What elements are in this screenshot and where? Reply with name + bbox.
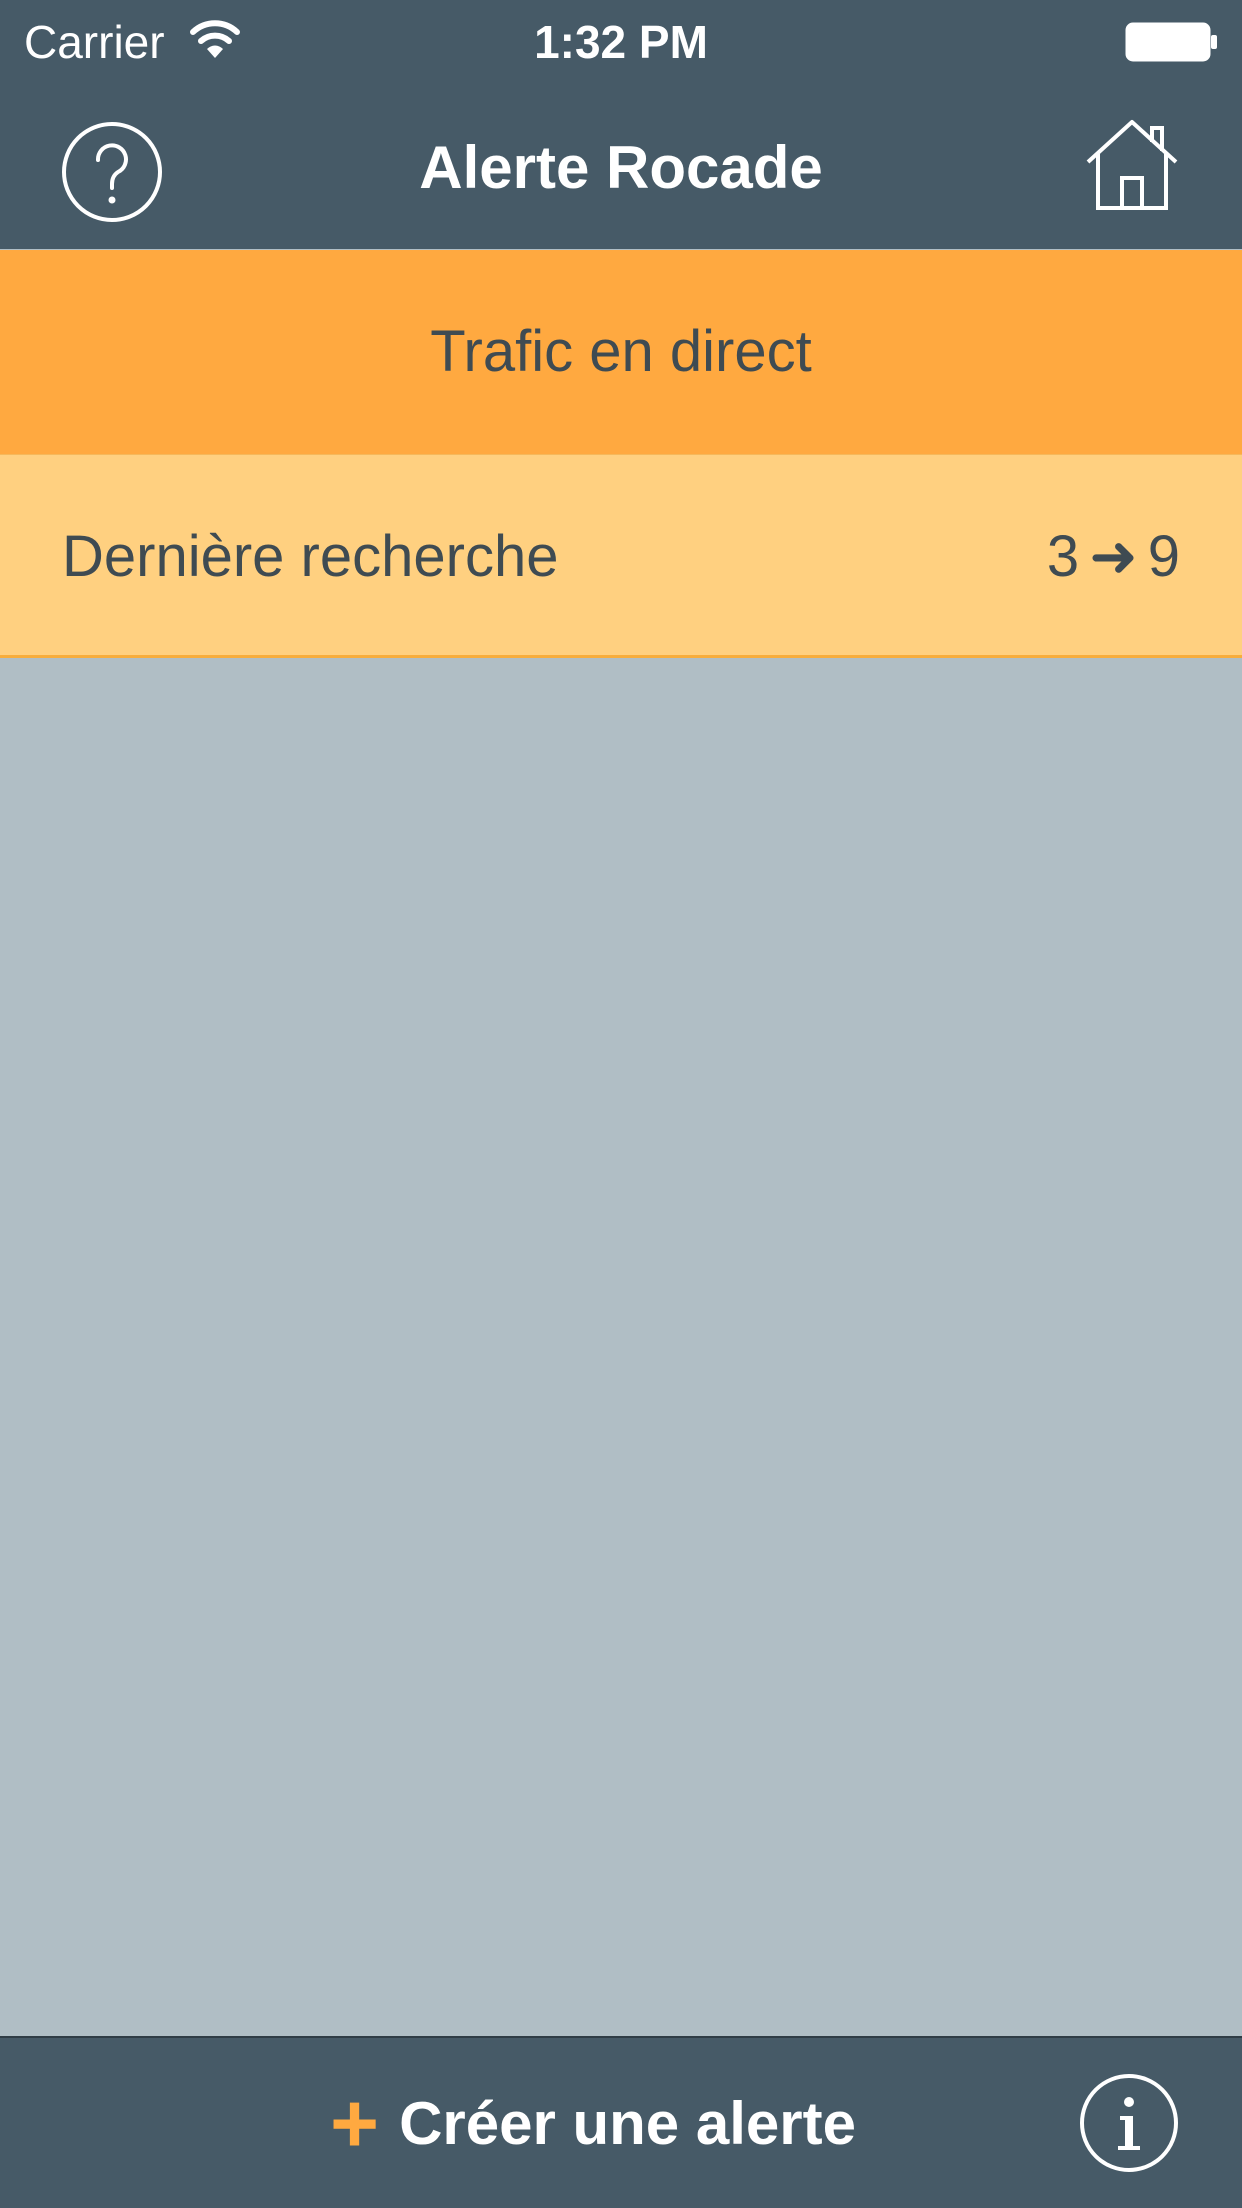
- nav-bar: Alerte Rocade: [0, 84, 1242, 249]
- battery-icon: [1125, 22, 1217, 62]
- content-area: [0, 658, 1242, 2036]
- status-bar: Carrier 1:32 PM: [0, 0, 1242, 84]
- last-search-label: Dernière recherche: [62, 524, 559, 589]
- route-to: 9: [1147, 524, 1180, 589]
- home-icon[interactable]: [1082, 114, 1182, 214]
- status-time: 1:32 PM: [534, 16, 708, 68]
- plus-icon: +: [330, 2076, 380, 2170]
- info-circle-icon[interactable]: [1078, 2072, 1180, 2174]
- last-search-route: 3 ➜ 9: [1047, 455, 1180, 659]
- page-title: Alerte Rocade: [419, 134, 823, 201]
- top-chrome: Carrier 1:32 PM Alerte Rocade: [0, 0, 1242, 249]
- route-from: 3: [1046, 524, 1080, 589]
- arrow-right-icon: ➜: [1089, 524, 1138, 589]
- bottom-toolbar: + Créer une alerte: [0, 2036, 1242, 2208]
- create-alert-label: Créer une alerte: [399, 2089, 856, 2157]
- create-alert-button[interactable]: + Créer une alerte: [330, 2038, 856, 2208]
- last-search-row[interactable]: Dernière recherche 3 ➜ 9: [0, 454, 1242, 658]
- live-traffic-button[interactable]: Trafic en direct: [0, 250, 1242, 454]
